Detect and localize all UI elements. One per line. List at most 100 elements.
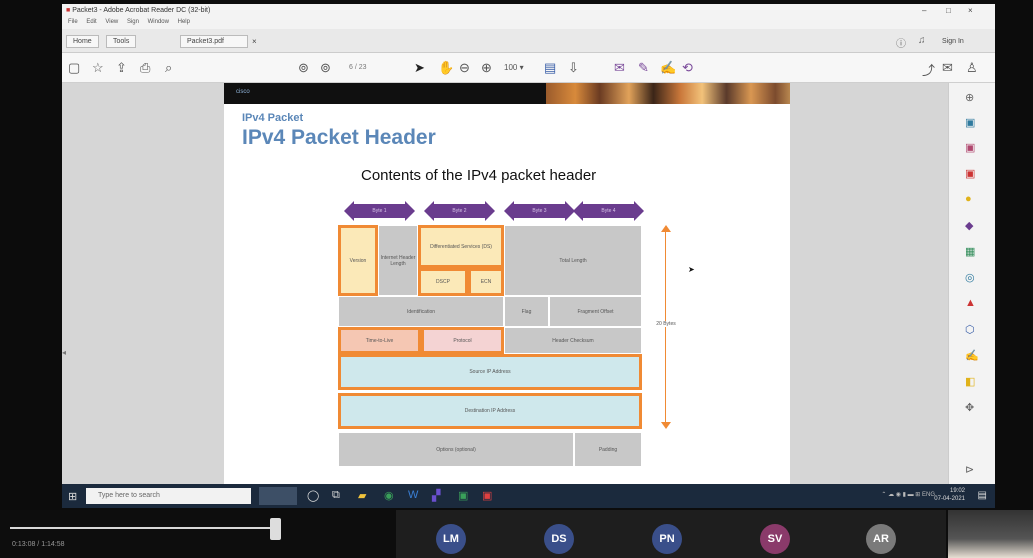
acrobat-taskbar-icon[interactable]: ▣ [482,489,492,502]
prev-page-icon[interactable]: ⊚ [298,60,309,76]
size-arrow-bottom [661,422,671,429]
file-explorer-icon[interactable]: ▰ [358,489,366,502]
system-tray[interactable]: ⌃ ☁ ◉ ▮ ▬ ⊞ ENG [881,491,935,498]
comment-icon[interactable]: ✉ [614,60,625,76]
participant-tile[interactable]: DS [506,510,616,558]
tab-bar: Home Tools Packet3.pdf × ⓘ ♫ Sign In [62,29,995,53]
field-source-ip: Source IP Address [338,354,642,390]
print-icon[interactable]: ⎙ [140,60,150,76]
participant-avatar: SV [760,524,790,554]
minimize-button[interactable]: – [922,6,926,15]
create-pdf-icon[interactable]: ▣ [965,141,975,154]
page-indicator[interactable]: 6 / 23 [349,64,367,71]
word-icon[interactable]: W [408,489,418,501]
field-identification: Identification [338,296,504,327]
chrome-icon[interactable]: ◉ [384,489,394,502]
clock-date: 07-04-2021 [934,496,965,502]
email-icon[interactable]: ✉ [942,60,953,76]
search-icon[interactable]: ⌕ [165,60,172,76]
zoom-out-icon[interactable]: ⊖ [459,60,470,76]
tools-more-icon[interactable]: ✥ [965,401,974,414]
zoom-in-icon[interactable]: ⊕ [481,60,492,76]
next-page-icon[interactable]: ⊚ [320,60,331,76]
acrobat-icon: ■ [66,7,71,14]
zoom-icon[interactable]: ⊕ [965,91,974,104]
byte-arrow-3: Byte 3 [504,201,575,221]
slide-title: IPv4 Packet Header [242,126,436,149]
field-fragment-offset: Fragment Offset [549,296,642,327]
menu-view[interactable]: View [105,19,118,25]
draw-icon[interactable]: ✍ [660,60,676,76]
bell-icon[interactable]: ♫ [918,35,926,46]
sign-icon[interactable]: ✍ [965,349,979,362]
participant-tile[interactable]: LM [396,510,506,558]
playback-timecode: 0:13:08 / 1:14:58 [12,541,65,548]
widgets-icon[interactable]: ⧉ [332,489,340,502]
mouse-cursor-icon: ➤ [688,265,695,274]
more-tools-icon[interactable]: ⟲ [682,60,693,76]
menu-file[interactable]: File [68,19,78,25]
bookmark-icon[interactable]: ☆ [92,60,104,76]
share-icon[interactable]: ⤴ [922,60,935,79]
collapse-pane-icon[interactable]: ⊳ [965,463,974,476]
field-dsf: Differentiated Services (DS) [418,225,504,268]
byte-label: Byte 4 [582,204,635,218]
stamp-icon[interactable]: ◧ [965,375,975,388]
upload-icon[interactable]: ⇪ [116,60,127,76]
hand-tool-icon[interactable]: ✋ [438,60,454,76]
participant-tile[interactable]: AR [836,510,946,558]
document-area[interactable]: ◂ cisco IPv4 Packet IPv4 Packet Header C… [62,83,948,484]
field-header-checksum: Header Checksum [504,327,642,354]
tab-close-icon[interactable]: × [252,37,257,46]
shield-icon[interactable]: ⬡ [965,323,975,336]
taskbar-search-input[interactable]: Type here to search [86,488,251,504]
edit-pdf-icon[interactable]: ▣ [965,167,975,180]
tab-tools[interactable]: Tools [106,35,137,48]
scroll-mode-icon[interactable]: ⇩ [568,60,579,76]
tab-document[interactable]: Packet3.pdf [180,35,248,48]
create-icon[interactable]: ▢ [68,60,80,76]
close-button[interactable]: × [968,6,973,15]
highlight-icon[interactable]: ✎ [638,60,649,76]
menu-bar: File Edit View Sign Window Help [62,18,995,29]
protect-icon[interactable]: ▲ [965,297,976,309]
notification-icon[interactable]: ▤ [978,490,987,501]
field-flag: Flag [504,296,549,327]
menu-window[interactable]: Window [148,19,169,25]
zoom-level[interactable]: 100 ▾ [504,63,524,72]
playback-scrubber[interactable] [270,518,281,540]
cisco-logo: cisco [224,83,546,104]
acrobat-toolbar: ▢ ☆ ⇪ ⎙ ⌕ ⊚ ⊚ 6 / 23 ➤ ✋ ⊖ ⊕ 100 ▾ ▤ ⇩ ✉… [62,53,995,83]
help-icon[interactable]: ⓘ [896,35,906,50]
select-tool-icon[interactable]: ➤ [414,60,425,76]
export-pdf-icon[interactable]: ▣ [965,116,975,129]
header-photo-strip [546,83,790,104]
tab-home[interactable]: Home [66,35,99,48]
meeting-recording-stage: ■ Packet3 - Adobe Acrobat Reader DC (32-… [0,0,1033,558]
menu-sign[interactable]: Sign [127,19,139,25]
collapse-left-icon[interactable]: ◂ [62,348,66,357]
excel-icon[interactable]: ▣ [458,489,468,502]
taskbar-clock[interactable]: 19:02 07-04-2021 [934,487,965,503]
person-icon[interactable]: ♙ [966,60,978,76]
byte-arrow-2: Byte 2 [424,201,495,221]
sign-in-button[interactable]: Sign In [942,38,964,45]
menu-help[interactable]: Help [178,19,190,25]
windows-start-icon[interactable]: ⊞ [68,490,77,503]
participant-tile[interactable]: PN [616,510,726,558]
task-view-icon[interactable]: ◯ [307,489,319,502]
field-options: Options (optional) [338,432,574,467]
byte-label: Byte 2 [433,204,486,218]
maximize-button[interactable]: □ [946,6,951,15]
organize-icon[interactable]: ▦ [965,245,975,258]
self-video-tile[interactable] [948,510,1033,558]
combine-icon[interactable]: ◆ [965,219,973,232]
meeting-strip: 0:13:08 / 1:14:58 LM DS PN SV AR [0,510,1033,558]
size-arrow-top [661,225,671,232]
comment-tool-icon[interactable]: ● [965,193,972,205]
menu-edit[interactable]: Edit [86,19,96,25]
participant-tile[interactable]: SV [726,510,836,558]
fit-page-icon[interactable]: ▤ [544,60,556,76]
teams-icon[interactable]: ▞ [432,489,440,502]
scan-icon[interactable]: ◎ [965,271,975,284]
